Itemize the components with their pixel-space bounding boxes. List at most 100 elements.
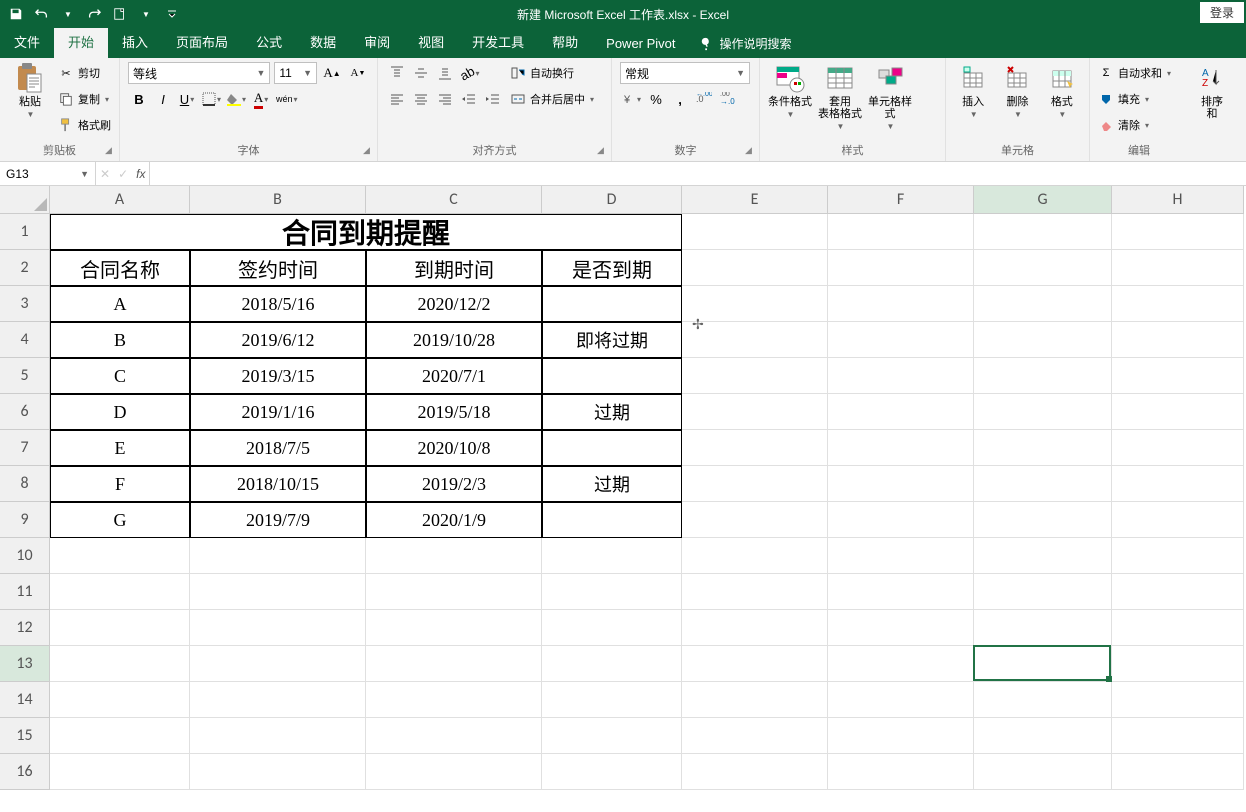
cell[interactable] [1112, 646, 1244, 682]
row-header-5[interactable]: 5 [0, 358, 50, 394]
cell[interactable] [1112, 430, 1244, 466]
cell[interactable] [542, 754, 682, 790]
tab-data[interactable]: 数据 [296, 25, 350, 58]
cell[interactable]: B [50, 322, 190, 358]
row-header-16[interactable]: 16 [0, 754, 50, 790]
cell[interactable] [682, 682, 828, 718]
align-top-button[interactable] [386, 62, 408, 84]
cell[interactable] [682, 430, 828, 466]
tab-view[interactable]: 视图 [404, 25, 458, 58]
cancel-formula-icon[interactable]: ✕ [100, 167, 110, 181]
cut-button[interactable]: ✂ 剪切 [58, 62, 111, 84]
tab-formulas[interactable]: 公式 [242, 25, 296, 58]
cell[interactable] [1112, 754, 1244, 790]
dialog-launcher-icon[interactable]: ◢ [597, 145, 609, 157]
spreadsheet-grid[interactable]: ABCDEFGH 12345678910111213141516 合同到期提醒合… [0, 186, 1246, 812]
cell[interactable] [974, 682, 1112, 718]
cell[interactable] [682, 538, 828, 574]
row-header-2[interactable]: 2 [0, 250, 50, 286]
cell[interactable] [828, 250, 974, 286]
cell[interactable] [190, 610, 366, 646]
align-bottom-button[interactable] [434, 62, 456, 84]
cell[interactable] [828, 466, 974, 502]
cell[interactable]: 2019/7/9 [190, 502, 366, 538]
cell[interactable] [682, 718, 828, 754]
cell[interactable] [682, 286, 828, 322]
cell[interactable] [366, 754, 542, 790]
cell[interactable] [366, 682, 542, 718]
cell[interactable] [828, 754, 974, 790]
cell[interactable] [828, 358, 974, 394]
cell[interactable] [974, 718, 1112, 754]
cell[interactable] [542, 502, 682, 538]
cell[interactable] [542, 538, 682, 574]
cell[interactable] [190, 538, 366, 574]
cell[interactable]: 2018/10/15 [190, 466, 366, 502]
clear-button[interactable]: 清除 ▾ [1098, 114, 1180, 136]
row-header-13[interactable]: 13 [0, 646, 50, 682]
cell[interactable] [828, 646, 974, 682]
new-file-icon[interactable] [108, 2, 132, 26]
orientation-button[interactable]: ab▾ [458, 62, 481, 84]
cell[interactable]: 过期 [542, 466, 682, 502]
row-header-6[interactable]: 6 [0, 394, 50, 430]
italic-button[interactable]: I [152, 88, 174, 110]
cell[interactable] [974, 502, 1112, 538]
cell[interactable] [828, 574, 974, 610]
cell[interactable] [190, 646, 366, 682]
tab-home[interactable]: 开始 [54, 25, 108, 58]
cell[interactable] [1112, 394, 1244, 430]
row-header-8[interactable]: 8 [0, 466, 50, 502]
wrap-text-button[interactable]: 自动换行 [510, 62, 594, 84]
cell[interactable] [828, 394, 974, 430]
cell[interactable] [1112, 322, 1244, 358]
cell[interactable] [682, 358, 828, 394]
cell[interactable] [50, 574, 190, 610]
cell[interactable] [190, 574, 366, 610]
column-header-F[interactable]: F [828, 186, 974, 214]
cell[interactable] [682, 754, 828, 790]
fill-color-button[interactable]: ▾ [225, 88, 248, 110]
cell[interactable] [828, 502, 974, 538]
cell[interactable] [542, 430, 682, 466]
cell[interactable] [1112, 466, 1244, 502]
row-header-14[interactable]: 14 [0, 682, 50, 718]
cell[interactable] [190, 754, 366, 790]
qat-customize-icon[interactable] [160, 2, 184, 26]
cell[interactable] [974, 754, 1112, 790]
sort-filter-button[interactable]: AZ 排序和 [1196, 62, 1224, 120]
cell[interactable] [828, 682, 974, 718]
redo-icon[interactable] [82, 2, 106, 26]
tab-file[interactable]: 文件 [0, 25, 54, 58]
cell[interactable]: F [50, 466, 190, 502]
cell[interactable] [974, 466, 1112, 502]
cell[interactable] [974, 250, 1112, 286]
autosum-button[interactable]: Σ 自动求和 ▾ [1098, 62, 1180, 84]
save-icon[interactable] [4, 2, 28, 26]
row-header-3[interactable]: 3 [0, 286, 50, 322]
cell[interactable] [682, 574, 828, 610]
cell[interactable] [828, 322, 974, 358]
cell[interactable] [974, 610, 1112, 646]
dialog-launcher-icon[interactable]: ◢ [105, 145, 117, 157]
cell[interactable] [682, 394, 828, 430]
cell[interactable]: 2020/7/1 [366, 358, 542, 394]
phonetic-button[interactable]: wén▾ [274, 88, 300, 110]
cell[interactable]: 2018/7/5 [190, 430, 366, 466]
decrease-font-button[interactable]: A▼ [347, 62, 369, 84]
column-header-B[interactable]: B [190, 186, 366, 214]
cell[interactable] [542, 718, 682, 754]
cell[interactable] [1112, 250, 1244, 286]
align-right-button[interactable] [434, 88, 456, 110]
align-left-button[interactable] [386, 88, 408, 110]
cell[interactable]: 2019/3/15 [190, 358, 366, 394]
cell[interactable] [50, 718, 190, 754]
cell[interactable]: 2019/1/16 [190, 394, 366, 430]
cell[interactable] [974, 574, 1112, 610]
tab-help[interactable]: 帮助 [538, 25, 592, 58]
tab-page-layout[interactable]: 页面布局 [162, 25, 242, 58]
cell[interactable]: 2019/5/18 [366, 394, 542, 430]
cell[interactable]: 过期 [542, 394, 682, 430]
cell[interactable] [974, 430, 1112, 466]
cell[interactable] [542, 646, 682, 682]
